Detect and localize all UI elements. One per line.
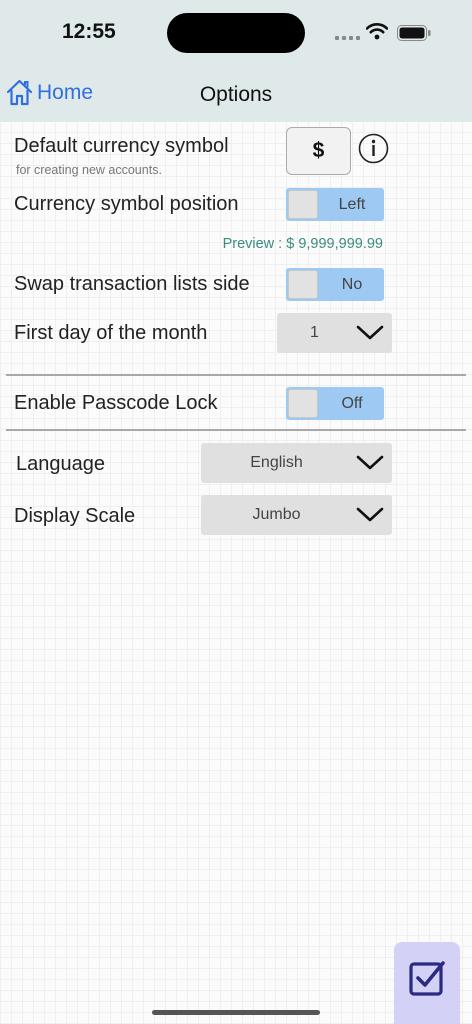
first-day-label: First day of the month [14,322,208,344]
chevron-down-icon [356,325,384,340]
chevron-down-icon [356,507,384,522]
home-indicator[interactable] [152,1010,320,1015]
swap-lists-label: Swap transaction lists side [14,273,250,295]
divider [6,429,466,431]
display-scale-select[interactable]: Jumbo [201,495,392,535]
chevron-down-icon [356,455,384,470]
language-select[interactable]: English [201,443,392,483]
passcode-label: Enable Passcode Lock [14,392,218,414]
language-label: Language [16,453,105,475]
first-day-select[interactable]: 1 [277,313,392,353]
currency-preview: Preview : $ 9,999,999.99 [222,236,383,252]
currency-sublabel: for creating new accounts. [16,163,162,177]
top-bar: 12:55 Home Options [0,0,472,122]
status-time: 12:55 [62,20,116,43]
swap-lists-toggle[interactable]: No [286,268,384,301]
dynamic-island [167,13,305,53]
symbol-position-label: Currency symbol position [14,193,239,215]
currency-label: Default currency symbol [14,135,229,157]
swap-lists-value: No [341,275,363,293]
symbol-position-toggle[interactable]: Left [286,188,384,221]
display-scale-label: Display Scale [14,505,136,527]
display-scale-value: Jumbo [252,506,301,523]
first-day-value: 1 [310,324,319,341]
page-title: Options [199,83,273,106]
symbol-position-value: Left [338,195,366,213]
signal-icon [335,36,360,40]
passcode-value: Off [341,394,363,412]
wifi-icon [366,23,388,40]
toggle-knob [288,270,318,299]
info-icon[interactable] [358,133,389,164]
passcode-toggle[interactable]: Off [286,387,384,420]
battery-icon [397,25,431,41]
checkbox-icon [409,961,445,996]
divider [6,374,466,376]
toggle-knob [288,389,318,418]
save-button[interactable] [394,942,460,1024]
currency-symbol-button[interactable]: $ [286,127,351,175]
language-value: English [250,454,303,471]
toggle-knob [288,190,318,219]
